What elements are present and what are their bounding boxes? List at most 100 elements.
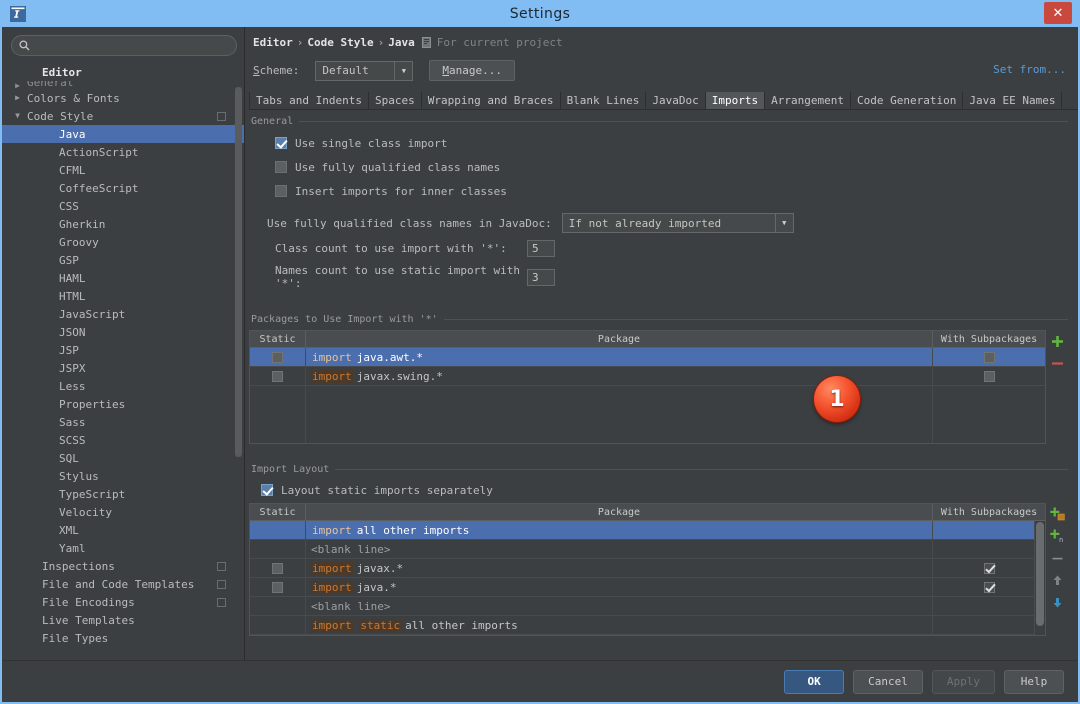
scheme-select[interactable]: Default ▼ bbox=[315, 61, 413, 81]
checkbox-use-single-class-import[interactable]: Use single class import bbox=[275, 135, 1068, 151]
sidebar-item-gsp[interactable]: GSP bbox=[2, 251, 244, 269]
static-checkbox[interactable] bbox=[272, 563, 283, 574]
class-count-input[interactable] bbox=[527, 240, 555, 257]
cell-with-subpackages[interactable] bbox=[933, 367, 1045, 385]
subpackages-checkbox[interactable] bbox=[984, 352, 995, 363]
table-row[interactable]: importjavax.* bbox=[250, 559, 1045, 578]
cell-package[interactable]: importjava.awt.* bbox=[306, 348, 933, 366]
manage-schemes-button[interactable]: Manage... bbox=[429, 60, 515, 81]
sidebar-item-javascript[interactable]: JavaScript bbox=[2, 305, 244, 323]
breadcrumb-item-code-style[interactable]: Code Style bbox=[307, 36, 373, 49]
sidebar-item-typescript[interactable]: TypeScript bbox=[2, 485, 244, 503]
sidebar-item-jsp[interactable]: JSP bbox=[2, 341, 244, 359]
checkbox-box[interactable] bbox=[275, 185, 287, 197]
sidebar-item-sass[interactable]: Sass bbox=[2, 413, 244, 431]
import-layout-scrollbar-thumb[interactable] bbox=[1036, 522, 1044, 626]
chevron-right-icon[interactable]: ▶ bbox=[12, 81, 23, 89]
import-layout-scrollbar[interactable] bbox=[1034, 521, 1045, 635]
cell-static[interactable] bbox=[250, 616, 306, 634]
cell-with-subpackages[interactable] bbox=[933, 616, 1045, 634]
sidebar-item-editor[interactable]: Editor bbox=[2, 63, 244, 81]
sidebar-item-sql[interactable]: SQL bbox=[2, 449, 244, 467]
names-count-input[interactable] bbox=[527, 269, 555, 286]
sidebar-item-file-encodings[interactable]: File Encodings bbox=[2, 593, 244, 611]
sidebar-item-html[interactable]: HTML bbox=[2, 287, 244, 305]
sidebar-item-code-style[interactable]: ▼Code Style bbox=[2, 107, 244, 125]
checkbox-insert-imports-for-inner-classes[interactable]: Insert imports for inner classes bbox=[275, 183, 1068, 199]
sidebar-item-properties[interactable]: Properties bbox=[2, 395, 244, 413]
tab-tabs-and-indents[interactable]: Tabs and Indents bbox=[249, 92, 369, 109]
javadoc-fqn-select[interactable]: If not already imported ▼ bbox=[562, 213, 794, 233]
sidebar-item-actionscript[interactable]: ActionScript bbox=[2, 143, 244, 161]
cell-package[interactable]: import staticall other imports bbox=[306, 616, 933, 634]
breadcrumb-item-java[interactable]: Java bbox=[388, 36, 415, 49]
sidebar-item-xml[interactable]: XML bbox=[2, 521, 244, 539]
sidebar-item-coffeescript[interactable]: CoffeeScript bbox=[2, 179, 244, 197]
chevron-right-icon[interactable]: ▶ bbox=[12, 94, 23, 102]
set-from-link[interactable]: Set from... bbox=[993, 63, 1066, 76]
tab-spaces[interactable]: Spaces bbox=[369, 92, 422, 109]
help-button[interactable]: Help bbox=[1004, 670, 1064, 694]
search-input[interactable] bbox=[30, 39, 236, 52]
cell-with-subpackages[interactable] bbox=[933, 597, 1045, 615]
tab-blank-lines[interactable]: Blank Lines bbox=[561, 92, 647, 109]
cell-static[interactable] bbox=[250, 521, 306, 539]
table-row[interactable]: import staticall other imports bbox=[250, 616, 1045, 635]
sidebar-item-css[interactable]: CSS bbox=[2, 197, 244, 215]
sidebar-item-yaml[interactable]: Yaml bbox=[2, 539, 244, 557]
breadcrumb-item-editor[interactable]: Editor bbox=[253, 36, 293, 49]
layout-static-separately-checkbox[interactable]: Layout static imports separately bbox=[261, 482, 1068, 498]
sidebar-item-colors-fonts[interactable]: ▶Colors & Fonts bbox=[2, 89, 244, 107]
tab-code-generation[interactable]: Code Generation bbox=[851, 92, 963, 109]
cell-static[interactable] bbox=[250, 559, 306, 577]
ok-button[interactable]: OK bbox=[784, 670, 844, 694]
static-checkbox[interactable] bbox=[272, 371, 283, 382]
sidebar-scrollbar[interactable] bbox=[235, 87, 242, 487]
sidebar-item-groovy[interactable]: Groovy bbox=[2, 233, 244, 251]
cell-static[interactable] bbox=[250, 367, 306, 385]
cell-with-subpackages[interactable] bbox=[933, 578, 1045, 596]
sidebar-item-cfml[interactable]: CFML bbox=[2, 161, 244, 179]
sidebar-item-haml[interactable]: HAML bbox=[2, 269, 244, 287]
cell-static[interactable] bbox=[250, 578, 306, 596]
table-row[interactable]: importjava.* bbox=[250, 578, 1045, 597]
tab-imports[interactable]: Imports bbox=[706, 92, 765, 109]
cell-with-subpackages[interactable] bbox=[933, 521, 1045, 539]
sidebar-item-less[interactable]: Less bbox=[2, 377, 244, 395]
tab-arrangement[interactable]: Arrangement bbox=[765, 92, 851, 109]
cell-package[interactable]: importall other imports bbox=[306, 521, 933, 539]
cell-with-subpackages[interactable] bbox=[933, 540, 1045, 558]
sidebar-item-file-and-code-templates[interactable]: File and Code Templates bbox=[2, 575, 244, 593]
chevron-down-icon[interactable]: ▼ bbox=[394, 62, 412, 80]
tab-wrapping-and-braces[interactable]: Wrapping and Braces bbox=[422, 92, 561, 109]
sidebar-item-inspections[interactable]: Inspections bbox=[2, 557, 244, 575]
chevron-down-icon[interactable]: ▼ bbox=[775, 214, 793, 232]
checkbox-use-fully-qualified-class-names[interactable]: Use fully qualified class names bbox=[275, 159, 1068, 175]
checkbox-box[interactable] bbox=[275, 161, 287, 173]
static-checkbox[interactable] bbox=[272, 352, 283, 363]
cell-static[interactable] bbox=[250, 540, 306, 558]
move-up-button[interactable] bbox=[1048, 571, 1066, 589]
cell-package[interactable]: <blank line> bbox=[306, 540, 933, 558]
cell-with-subpackages[interactable] bbox=[933, 348, 1045, 366]
sidebar-item-live-templates[interactable]: Live Templates bbox=[2, 611, 244, 629]
subpackages-checkbox[interactable] bbox=[984, 582, 995, 593]
sidebar-item-gherkin[interactable]: Gherkin bbox=[2, 215, 244, 233]
sidebar-item-json[interactable]: JSON bbox=[2, 323, 244, 341]
subpackages-checkbox[interactable] bbox=[984, 563, 995, 574]
chevron-down-icon[interactable]: ▼ bbox=[12, 112, 23, 120]
table-row[interactable]: importjava.awt.* bbox=[250, 348, 1045, 367]
remove-package-button[interactable] bbox=[1048, 354, 1066, 372]
cell-static[interactable] bbox=[250, 597, 306, 615]
checkbox-box[interactable] bbox=[275, 137, 287, 149]
add-package-entry-button[interactable] bbox=[1048, 505, 1066, 523]
table-row[interactable]: importjavax.swing.* bbox=[250, 367, 1045, 386]
cell-static[interactable] bbox=[250, 348, 306, 366]
close-icon[interactable]: ✕ bbox=[1044, 2, 1072, 24]
cell-package[interactable]: <blank line> bbox=[306, 597, 933, 615]
sidebar-scrollbar-thumb[interactable] bbox=[235, 87, 242, 457]
sidebar-item-jspx[interactable]: JSPX bbox=[2, 359, 244, 377]
add-package-button[interactable] bbox=[1048, 332, 1066, 350]
sidebar-item-scss[interactable]: SCSS bbox=[2, 431, 244, 449]
sidebar-item-java[interactable]: Java bbox=[2, 125, 244, 143]
